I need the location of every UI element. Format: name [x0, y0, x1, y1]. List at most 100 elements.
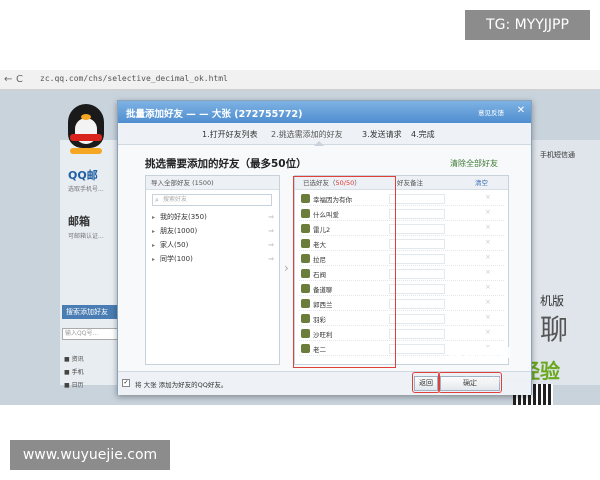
selected-friend-row[interactable]: 羽彩 × — [299, 312, 504, 326]
bg-qq-mail-title: QQ邮 — [68, 169, 98, 182]
dialog-title: 批量添加好友 — — 大张 (272755772) — [126, 109, 303, 120]
selected-friend-row[interactable]: 雷儿2 × — [299, 222, 504, 236]
chevron-right-icon: ▸ — [152, 242, 156, 249]
browser-url-bar: ← C zc.qq.com/chs/selective_decimal_ok.h… — [0, 70, 600, 90]
group-label: 我的好友(350) — [160, 213, 207, 221]
bg-right-text: 手机短信通 — [540, 151, 575, 159]
friend-name: 郭西兰 — [313, 301, 333, 309]
browser-screenshot: ← C zc.qq.com/chs/selective_decimal_ok.h… — [0, 70, 600, 405]
add-icon[interactable]: ⇒ — [268, 211, 274, 224]
step-pointer-icon — [314, 141, 324, 146]
selected-header-label: 已选好友（50/50） — [303, 179, 361, 187]
bg-right-big-text: 聊 — [540, 313, 569, 346]
add-icon[interactable]: ⇒ — [268, 253, 274, 266]
remove-icon[interactable]: × — [485, 208, 491, 216]
friend-name: 羽彩 — [313, 316, 326, 324]
remove-icon[interactable]: × — [485, 253, 491, 261]
group-item[interactable]: ▸ 我的好友(350) ⇒ — [152, 211, 276, 224]
search-placeholder: 搜索好友 — [163, 196, 188, 203]
add-icon[interactable]: ⇒ — [268, 225, 274, 238]
background-right-panel — [532, 140, 600, 385]
friend-name: 拉尼 — [313, 256, 326, 264]
friend-name: 备道聊 — [313, 286, 333, 294]
bg-mail-sub: 可邮箱认证... — [68, 233, 104, 240]
selected-friend-row[interactable]: 老大 × — [299, 237, 504, 251]
avatar-icon — [301, 284, 310, 293]
watermark-top: TG: MYYJJPP — [465, 10, 590, 40]
baidu-watermark-logo: Baidu — [448, 339, 513, 363]
step-indicator: 1.打开好友列表 2.挑选需添加的好友 3.发送请求 4.完成 — [118, 123, 531, 146]
remove-icon[interactable]: × — [485, 313, 491, 321]
reload-icon[interactable]: C — [16, 74, 23, 85]
search-icon: ⌕ — [155, 196, 159, 204]
add-as-friend-checkbox[interactable]: ✓ — [122, 379, 130, 387]
friend-search-input[interactable]: ⌕ 搜索好友 — [152, 194, 272, 206]
remark-input[interactable] — [389, 344, 445, 354]
friend-name: 什么叫爱 — [313, 211, 339, 219]
friend-name: 沙旺利 — [313, 331, 333, 339]
selected-friend-row[interactable]: 备道聊 × — [299, 282, 504, 296]
avatar-icon — [301, 299, 310, 308]
group-item[interactable]: ▸ 同学(100) ⇒ — [152, 253, 276, 266]
group-label: 家人(50) — [160, 241, 189, 249]
selected-friend-row[interactable]: 幸福因为有你 × — [299, 192, 504, 206]
step-4: 4.完成 — [411, 130, 435, 139]
group-label: 同学(100) — [160, 255, 193, 263]
highlight-back-button — [412, 372, 440, 393]
remove-icon[interactable]: × — [485, 298, 491, 306]
remark-header: 好友备注 — [397, 179, 423, 187]
selected-friend-row[interactable]: 什么叫爱 × — [299, 207, 504, 221]
bg-row: ■ 手机 — [64, 369, 84, 376]
group-item[interactable]: ▸ 朋友(1000) ⇒ — [152, 225, 276, 238]
feedback-link[interactable]: 意见反馈 — [478, 107, 504, 117]
clear-selected-link[interactable]: 清空 — [475, 176, 488, 190]
remark-input[interactable] — [389, 299, 445, 309]
back-icon[interactable]: ← — [4, 74, 12, 85]
group-item[interactable]: ▸ 家人(50) ⇒ — [152, 239, 276, 252]
bg-search-label: 搜索添加好友 — [62, 305, 118, 319]
bg-right-text: 机版 — [540, 294, 565, 308]
selected-friend-row[interactable]: 郭西兰 × — [299, 297, 504, 311]
qq-penguin-logo — [62, 100, 110, 156]
remove-icon[interactable]: × — [485, 223, 491, 231]
remark-input[interactable] — [389, 329, 445, 339]
dialog-titlebar: 批量添加好友 — — 大张 (272755772) 意见反馈 ✕ — [118, 101, 531, 123]
friend-name: 石阀 — [313, 271, 326, 279]
screenshot-root: TG: MYYJJPP ← C zc.qq.com/chs/selective_… — [0, 0, 600, 480]
remark-input[interactable] — [389, 254, 445, 264]
select-friends-heading: 挑选需要添加的好友（最多50位） — [145, 158, 307, 170]
close-icon[interactable]: ✕ — [515, 105, 527, 117]
remark-input[interactable] — [389, 284, 445, 294]
import-all-header[interactable]: 导入全部好友 (1500) — [146, 176, 279, 190]
friend-name: 幸福因为有你 — [313, 196, 352, 204]
remark-input[interactable] — [389, 194, 445, 204]
checkbox-label: 将 大张 添加为好友的QQ好友。 — [135, 381, 228, 389]
remark-input[interactable] — [389, 224, 445, 234]
clear-all-link[interactable]: 清除全部好友 — [450, 158, 498, 169]
friend-groups-panel: 导入全部好友 (1500) ⌕ 搜索好友 ▸ 我的好友(350) ⇒ ▸ 朋友(100… — [145, 175, 280, 365]
remove-icon[interactable]: × — [485, 328, 491, 336]
friend-name: 老大 — [313, 241, 326, 249]
url-text[interactable]: zc.qq.com/chs/selective_decimal_ok.html — [40, 74, 228, 83]
bg-qq-mail-sub: 选取手机号... — [68, 186, 104, 193]
group-label: 朋友(1000) — [160, 227, 198, 235]
avatar-icon — [301, 209, 310, 218]
selected-friend-row[interactable]: 拉尼 × — [299, 252, 504, 266]
remark-input[interactable] — [389, 209, 445, 219]
remark-input[interactable] — [389, 314, 445, 324]
remove-icon[interactable]: × — [485, 193, 491, 201]
remove-icon[interactable]: × — [485, 238, 491, 246]
bg-row: ■ 日历 — [64, 382, 84, 389]
chevron-right-icon: › — [284, 261, 289, 275]
avatar-icon — [301, 254, 310, 263]
add-icon[interactable]: ⇒ — [268, 239, 274, 252]
selected-friends-panel: 已选好友（50/50） 好友备注 清空 幸福因为有你 × 什么叫爱 × 雷儿2 × 老… — [294, 175, 509, 365]
remove-icon[interactable]: × — [485, 268, 491, 276]
avatar-icon — [301, 329, 310, 338]
selected-friend-row[interactable]: 石阀 × — [299, 267, 504, 281]
remark-input[interactable] — [389, 239, 445, 249]
remove-icon[interactable]: × — [485, 283, 491, 291]
avatar-icon — [301, 269, 310, 278]
avatar-icon — [301, 344, 310, 353]
remark-input[interactable] — [389, 269, 445, 279]
